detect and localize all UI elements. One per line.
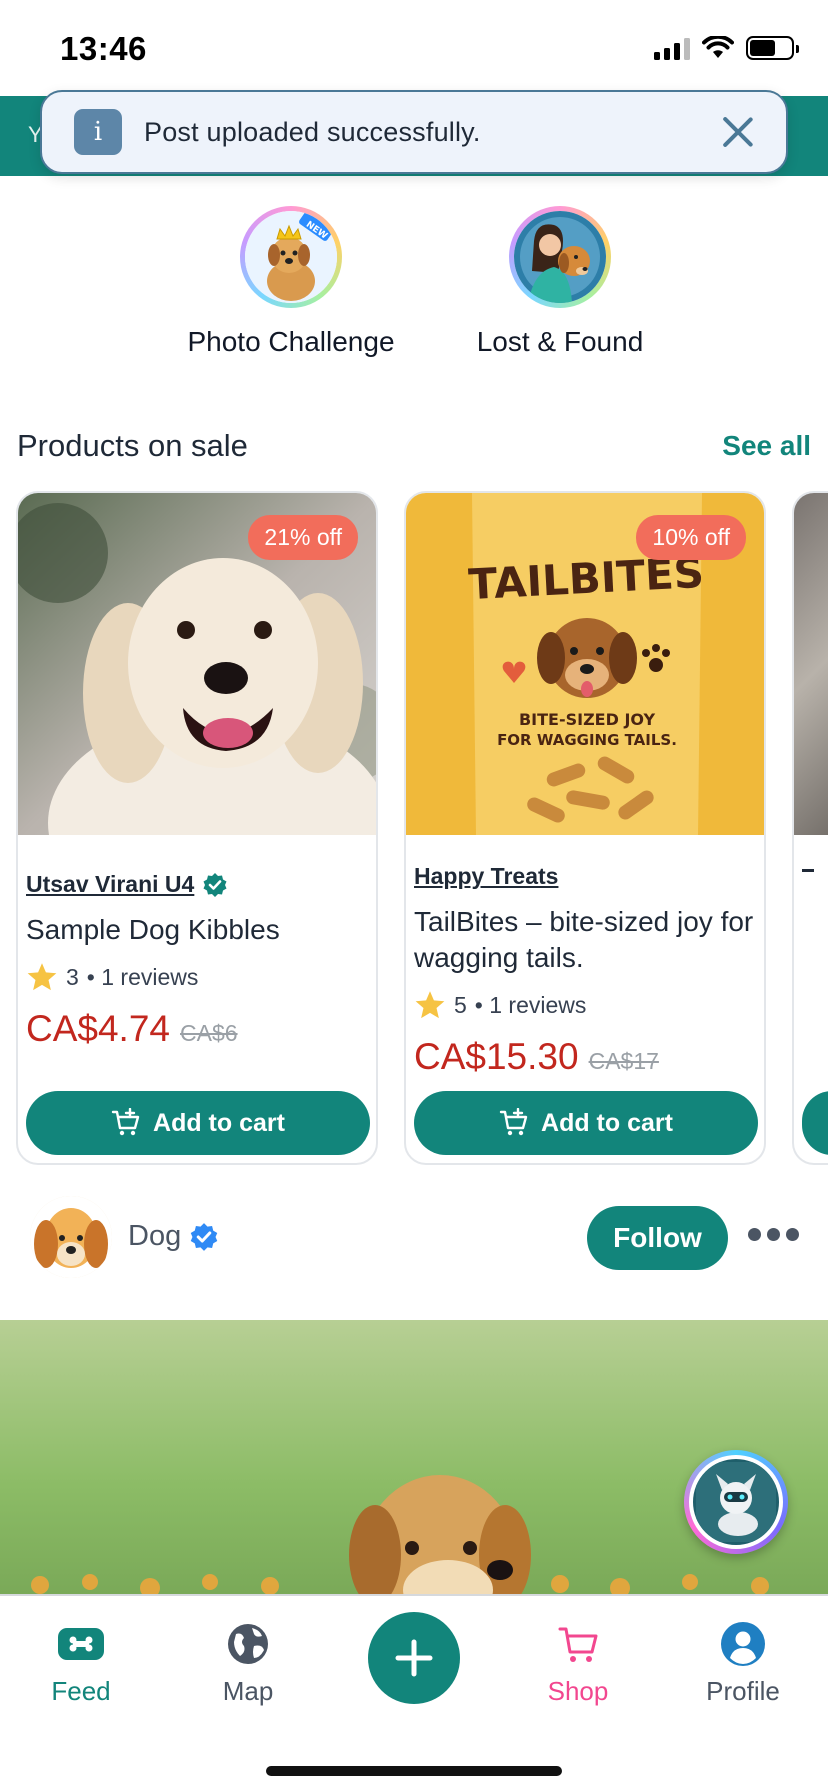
bottom-navigation: Feed Map Shop Profile xyxy=(0,1594,828,1792)
sale-price: CA$4.74 xyxy=(26,1008,170,1049)
review-count: • 1 reviews xyxy=(474,991,587,1018)
add-to-cart-button[interactable]: Add to cart xyxy=(414,1091,758,1155)
product-card[interactable]: 21% off Utsav Virani U4 Sample Dog Kibbl… xyxy=(16,491,378,1165)
partial-seller xyxy=(802,869,814,872)
feature-lost-and-found[interactable]: Lost & Found xyxy=(440,206,680,358)
post-username[interactable]: Dog xyxy=(128,1220,219,1253)
product-image xyxy=(794,493,828,835)
discount-badge: 10% off xyxy=(636,515,746,560)
nav-label: Shop xyxy=(547,1676,609,1706)
product-name: TailBites – bite-sized joy for wagging t… xyxy=(414,906,754,973)
see-all-link[interactable]: See all xyxy=(722,430,811,462)
star-icon xyxy=(415,991,445,1019)
more-options-icon[interactable] xyxy=(748,1228,799,1241)
feature-photo-challenge[interactable]: NEW Photo Challenge xyxy=(171,206,411,358)
nav-label: Map xyxy=(222,1676,274,1706)
nav-profile[interactable]: Profile xyxy=(683,1620,803,1707)
toast-message: Post uploaded successfully. xyxy=(144,116,481,147)
status-icons xyxy=(654,36,799,60)
home-indicator xyxy=(266,1766,562,1776)
product-image: TAILBITES BITE-SIZED JOY FOR WAGGING TAI… xyxy=(406,493,764,835)
product-card[interactable]: TAILBITES BITE-SIZED JOY FOR WAGGING TAI… xyxy=(404,491,766,1165)
post-image[interactable] xyxy=(0,1320,828,1595)
post-header: Dog Follow xyxy=(0,1190,828,1286)
product-image: 21% off xyxy=(18,493,376,835)
nav-feed[interactable]: Feed xyxy=(21,1620,141,1707)
verified-icon xyxy=(203,872,227,897)
nav-map[interactable]: Map xyxy=(188,1620,308,1707)
robot-dog-icon xyxy=(689,1455,783,1549)
partial-cart-button[interactable] xyxy=(802,1091,828,1155)
original-price: CA$17 xyxy=(588,1048,659,1074)
cart-icon xyxy=(518,1620,638,1668)
cellular-signal-icon xyxy=(654,36,690,60)
feature-ring: NEW xyxy=(240,206,342,308)
add-to-cart-button[interactable]: Add to cart xyxy=(26,1091,370,1155)
rating: 3 • 1 reviews xyxy=(26,962,368,992)
seller-link[interactable]: Utsav Virani U4 xyxy=(26,871,368,898)
woman-hugging-dog-icon xyxy=(514,211,606,303)
package-line-1: BITE-SIZED JOY xyxy=(519,710,655,729)
nav-shop[interactable]: Shop xyxy=(518,1620,638,1707)
seller-name: Utsav Virani U4 xyxy=(26,871,195,897)
plus-icon xyxy=(395,1639,433,1677)
sale-price: CA$15.30 xyxy=(414,1036,579,1077)
feature-label: Lost & Found xyxy=(476,326,644,357)
close-icon[interactable] xyxy=(720,114,756,150)
seller-link[interactable]: Happy Treats xyxy=(414,863,756,890)
username: Dog xyxy=(128,1220,182,1252)
original-price: CA$6 xyxy=(180,1020,238,1046)
wifi-icon xyxy=(702,36,734,58)
verified-icon xyxy=(190,1222,218,1251)
package-line-2: FOR WAGGING TAILS. xyxy=(497,731,677,749)
status-bar: 13:46 xyxy=(0,0,828,96)
bone-icon xyxy=(21,1620,141,1668)
avatar[interactable] xyxy=(30,1196,112,1278)
ai-assistant-button[interactable] xyxy=(684,1450,788,1554)
seller-name: Happy Treats xyxy=(414,863,559,889)
feature-shortcuts: NEW Photo Challenge Lost & Found xyxy=(0,206,828,366)
info-icon: i xyxy=(74,109,122,155)
product-card-partial[interactable] xyxy=(792,491,828,1165)
status-time: 13:46 xyxy=(60,30,147,67)
follow-button[interactable]: Follow xyxy=(587,1206,728,1270)
rating-value: 5 xyxy=(454,991,467,1018)
person-icon xyxy=(683,1620,803,1668)
cart-plus-icon xyxy=(111,1108,140,1136)
nav-label: Profile xyxy=(706,1676,780,1706)
price-row: CA$4.74 CA$6 xyxy=(26,1008,368,1050)
cart-plus-icon xyxy=(499,1108,528,1136)
discount-badge: 21% off xyxy=(248,515,358,560)
rating-value: 3 xyxy=(66,963,79,990)
product-name: Sample Dog Kibbles xyxy=(26,914,280,945)
create-post-button[interactable] xyxy=(368,1612,460,1704)
feature-ring xyxy=(509,206,611,308)
nav-label: Feed xyxy=(51,1676,111,1706)
price-row: CA$15.30 CA$17 xyxy=(414,1036,756,1078)
dog-king-icon: NEW xyxy=(245,211,337,303)
add-to-cart-label: Add to cart xyxy=(153,1108,285,1137)
rating: 5 • 1 reviews xyxy=(414,990,756,1020)
battery-icon xyxy=(746,36,799,60)
star-icon xyxy=(27,963,57,991)
feature-label: Photo Challenge xyxy=(187,326,395,357)
review-count: • 1 reviews xyxy=(86,963,199,990)
globe-icon xyxy=(188,1620,308,1668)
success-toast: i Post uploaded successfully. xyxy=(40,90,788,174)
products-section-title: Products on sale xyxy=(17,428,248,463)
add-to-cart-label: Add to cart xyxy=(541,1108,673,1137)
